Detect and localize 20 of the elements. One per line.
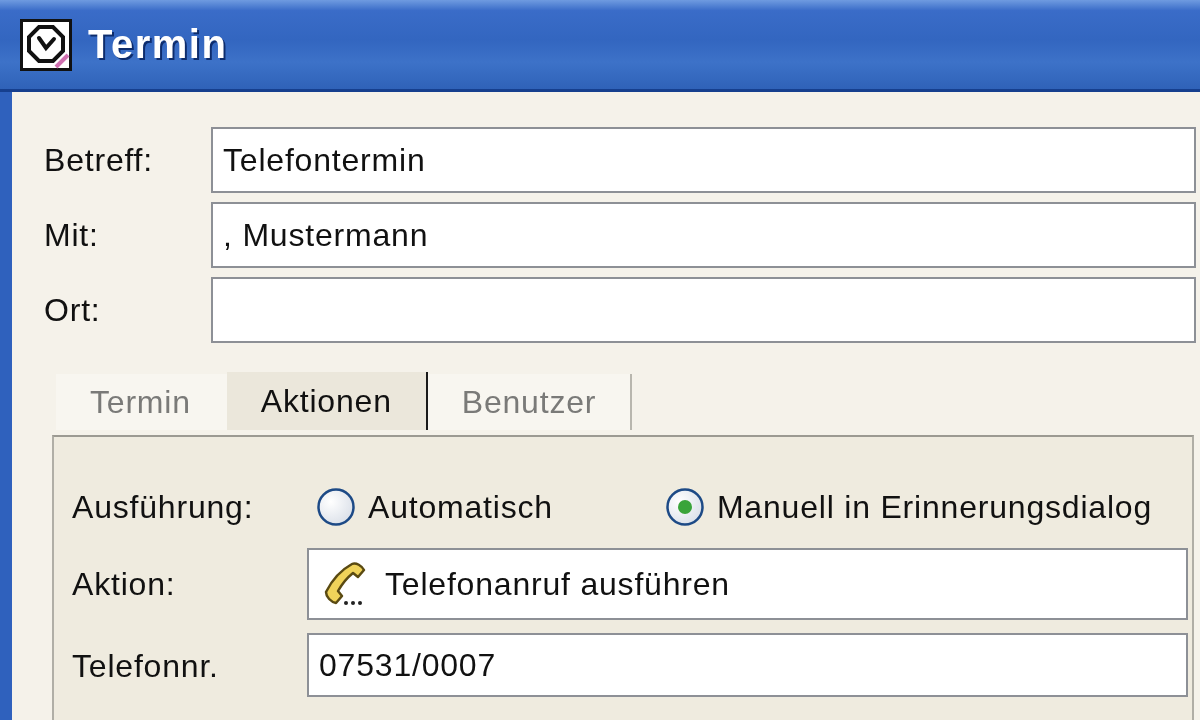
radio-label[interactable]: Manuell in Erinnerungsdialog (716, 488, 1152, 526)
field-label: Mit: (44, 216, 100, 254)
clock-icon (20, 18, 72, 71)
field-label: Ausführung: (72, 488, 255, 526)
field-label: Ort: (44, 291, 102, 329)
text-field[interactable]: Telefontermin (211, 127, 1196, 193)
tab[interactable]: Benutzer (427, 374, 633, 430)
radio-button[interactable] (316, 487, 356, 527)
window-title: Termin (88, 22, 228, 67)
tab[interactable]: Aktionen (226, 372, 428, 430)
action-field[interactable]: Telefonanruf ausführen (307, 548, 1188, 620)
text-field[interactable]: , Mustermann (211, 202, 1196, 268)
tab[interactable]: Termin (56, 374, 227, 430)
radio-label[interactable]: Automatisch (368, 488, 553, 526)
field-label: Telefonnr. (72, 648, 220, 685)
field-label: Betreff: (44, 141, 154, 179)
field-label: Aktion: (72, 565, 177, 603)
phone-field[interactable]: 07531/0007 (307, 633, 1188, 697)
radio-button[interactable] (664, 487, 705, 527)
text-field[interactable] (211, 277, 1196, 343)
